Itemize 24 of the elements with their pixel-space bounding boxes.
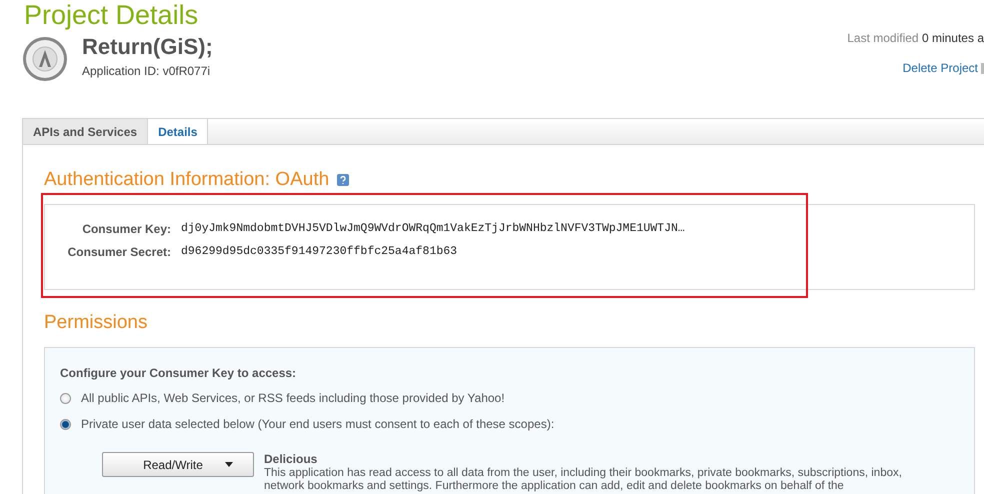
scope-description: This application has read access to all data from the user, including their bookmarks, private bookmarks, subscriptions, inbox, network bookmarks and settings. Furthermore the application can add, edit and delete bookmarks on behalf of the (264, 467, 903, 493)
project-name: Return(GiS); (82, 34, 213, 60)
scope-name: Delicious (264, 452, 318, 466)
last-modified: Last modified 0 minutes a (847, 31, 984, 45)
option-label: Private user data selected below (Your end users must consent to each of these scopes): (81, 417, 554, 431)
delete-project-link[interactable]: Delete Project (902, 61, 978, 75)
help-icon[interactable] (337, 174, 350, 186)
section-title: Authentication Information: OAuth (44, 169, 330, 191)
caret-icon (224, 462, 233, 467)
field-value: d96299d95dc0335f91497230ffbfc25a4af81b63 (181, 245, 458, 258)
radio-button[interactable] (60, 392, 71, 404)
radio-button[interactable] (60, 418, 71, 430)
field-label: Consumer Key: (81, 222, 171, 236)
page-title: Project Details (24, 0, 200, 32)
field-label: Consumer Secret: (66, 244, 171, 258)
tab[interactable]: APIs and Services (23, 119, 148, 144)
access-dropdown[interactable]: Read/Write (102, 452, 254, 477)
application-id: Application ID: v0fR077i (82, 64, 212, 78)
permissions-prompt: Configure your Consumer Key to access: (60, 366, 298, 380)
tab[interactable]: Details (148, 119, 208, 144)
section-title: Permissions (44, 312, 148, 334)
field-value: dj0yJmk9NmdobmtDVHJ5VDlwJmQ9WVdrOWRqQm1VakEzTjJrbWNHbzlNVFV3TWpJME1UWTJN… (181, 222, 686, 235)
option-label: All public APIs, Web Services, or RSS feeds including those provided by Yahoo! (81, 391, 505, 405)
oauth-logo-icon (22, 36, 68, 82)
